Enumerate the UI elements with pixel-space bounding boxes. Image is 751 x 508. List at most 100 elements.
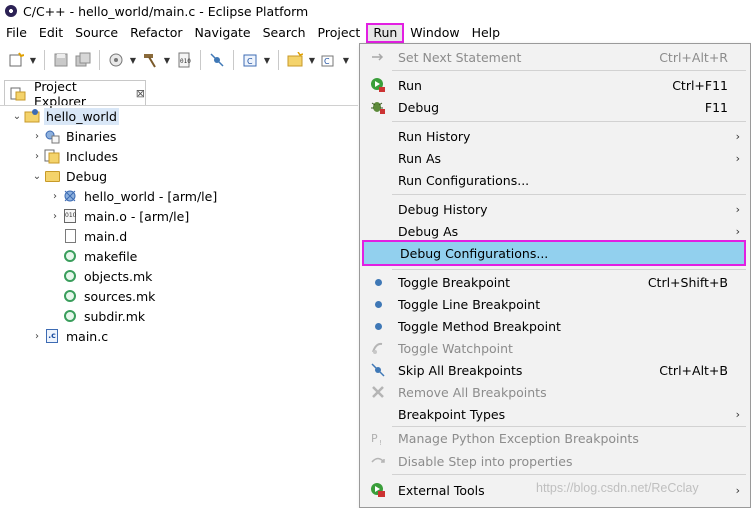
menu-item-toggle-watchpoint[interactable]: Toggle Watchpoint bbox=[360, 337, 750, 359]
new-class-icon[interactable]: C bbox=[319, 50, 339, 70]
menu-item-label: Set Next Statement bbox=[398, 49, 522, 65]
menu-item-label: Run Configurations... bbox=[398, 172, 530, 188]
tree-node-binaries[interactable]: › Binaries bbox=[30, 126, 118, 146]
hammer-dropdown-icon[interactable]: ▼ bbox=[162, 56, 172, 65]
tree-node-main-d[interactable]: main.d bbox=[62, 226, 129, 246]
tree-label: hello_world bbox=[44, 107, 119, 125]
menu-item-remove-all-breakpoints[interactable]: Remove All Breakpoints bbox=[360, 381, 750, 403]
menu-separator bbox=[392, 70, 746, 71]
tree-node-sources-mk[interactable]: sources.mk bbox=[62, 286, 157, 306]
menu-item-debug[interactable]: Debug F11 bbox=[360, 96, 750, 118]
menu-item-manage-python-exception-breakpoints[interactable]: P! Manage Python Exception Breakpoints bbox=[360, 427, 750, 449]
menu-edit[interactable]: Edit bbox=[33, 23, 69, 43]
menu-item-label: Run History bbox=[398, 128, 471, 144]
menu-item-debug-configurations[interactable]: Debug Configurations... bbox=[362, 240, 746, 266]
title-bar: C/C++ - hello_world/main.c - Eclipse Pla… bbox=[0, 0, 751, 22]
menu-item-toggle-method-breakpoint[interactable]: Toggle Method Breakpoint bbox=[360, 315, 750, 337]
menu-item-disable-step-into-properties[interactable]: Disable Step into properties bbox=[360, 450, 750, 472]
tree-node-includes[interactable]: › Includes bbox=[30, 146, 120, 166]
collapsed-chevron-icon[interactable]: › bbox=[48, 191, 62, 202]
menu-item-breakpoint-types[interactable]: Breakpoint Types › bbox=[360, 403, 750, 425]
new-folder-dropdown-icon[interactable]: ▼ bbox=[307, 56, 317, 65]
menu-project[interactable]: Project bbox=[312, 23, 367, 43]
menu-item-label: Breakpoint Types bbox=[398, 406, 506, 422]
tree-node-project[interactable]: ⌄ hello_world bbox=[10, 106, 119, 126]
tree-node-subdir-mk[interactable]: subdir.mk bbox=[62, 306, 147, 326]
collapsed-chevron-icon[interactable]: › bbox=[30, 151, 44, 162]
menu-item-run-as[interactable]: Run As › bbox=[360, 147, 750, 169]
c-project-icon bbox=[24, 108, 40, 124]
menu-run[interactable]: Run bbox=[366, 23, 405, 43]
close-icon[interactable]: ⊠ bbox=[136, 87, 145, 100]
toolbar-separator bbox=[278, 50, 279, 70]
menu-separator bbox=[392, 121, 746, 122]
menu-item-label: Toggle Breakpoint bbox=[398, 274, 511, 290]
svg-text:010: 010 bbox=[180, 58, 191, 65]
step-into-icon bbox=[370, 453, 386, 469]
build-config-icon[interactable] bbox=[106, 50, 126, 70]
menu-item-toggle-line-breakpoint[interactable]: Toggle Line Breakpoint bbox=[360, 293, 750, 315]
menu-item-shortcut: Ctrl+Alt+R bbox=[659, 49, 728, 65]
menu-item-skip-all-breakpoints[interactable]: Skip All Breakpoints Ctrl+Alt+B bbox=[360, 359, 750, 381]
submenu-chevron-icon: › bbox=[735, 407, 740, 421]
collapsed-chevron-icon[interactable]: › bbox=[48, 211, 62, 222]
collapsed-chevron-icon[interactable]: › bbox=[30, 131, 44, 142]
new-c-project-icon[interactable]: C bbox=[240, 50, 260, 70]
tree-node-main-o[interactable]: › 010 main.o - [arm/le] bbox=[48, 206, 191, 226]
makefile-icon bbox=[62, 288, 78, 304]
menu-search[interactable]: Search bbox=[257, 23, 312, 43]
menu-item-debug-as[interactable]: Debug As › bbox=[360, 220, 750, 242]
folder-open-icon bbox=[44, 168, 60, 184]
expanded-chevron-icon[interactable]: ⌄ bbox=[10, 111, 24, 122]
menu-item-run[interactable]: Run Ctrl+F11 bbox=[360, 74, 750, 96]
collapsed-chevron-icon[interactable]: › bbox=[30, 331, 44, 342]
menu-bar: File Edit Source Refactor Navigate Searc… bbox=[0, 22, 751, 44]
build-config-dropdown-icon[interactable]: ▼ bbox=[128, 56, 138, 65]
tree-node-debug[interactable]: ⌄ Debug bbox=[30, 166, 109, 186]
menu-navigate[interactable]: Navigate bbox=[189, 23, 257, 43]
menu-item-debug-history[interactable]: Debug History › bbox=[360, 198, 750, 220]
project-explorer-title: Project Explorer bbox=[34, 78, 87, 109]
new-c-project-dropdown-icon[interactable]: ▼ bbox=[262, 56, 272, 65]
menu-file[interactable]: File bbox=[0, 23, 33, 43]
project-explorer-tab[interactable]: Project Explorer ⊠ bbox=[4, 78, 146, 109]
save-icon[interactable] bbox=[51, 50, 71, 70]
new-icon[interactable] bbox=[6, 50, 26, 70]
tree-label: Includes bbox=[66, 148, 119, 164]
expanded-chevron-icon[interactable]: ⌄ bbox=[30, 171, 44, 182]
skip-breakpoints-icon bbox=[370, 362, 386, 378]
tree-node-objects-mk[interactable]: objects.mk bbox=[62, 266, 154, 286]
eclipse-logo-icon bbox=[5, 5, 17, 17]
menu-item-label: Disable Step into properties bbox=[398, 453, 573, 469]
new-class-dropdown-icon[interactable]: ▼ bbox=[341, 56, 351, 65]
menu-item-set-next-statement[interactable]: Set Next Statement Ctrl+Alt+R bbox=[360, 46, 750, 68]
menu-item-run-history[interactable]: Run History › bbox=[360, 125, 750, 147]
main-toolbar: ▼ ▼ ▼ 010 C ▼ ▼ C ▼ bbox=[0, 44, 360, 76]
new-folder-icon[interactable] bbox=[285, 50, 305, 70]
menu-item-label: Run bbox=[398, 77, 422, 93]
menu-refactor[interactable]: Refactor bbox=[124, 23, 188, 43]
hammer-icon[interactable] bbox=[140, 50, 160, 70]
svg-text:!: ! bbox=[379, 439, 382, 446]
binary-icon[interactable]: 010 bbox=[174, 50, 194, 70]
menu-help[interactable]: Help bbox=[466, 23, 507, 43]
new-dropdown-icon[interactable]: ▼ bbox=[28, 56, 38, 65]
menu-item-label: Debug bbox=[398, 99, 440, 115]
menu-separator bbox=[392, 194, 746, 195]
run-icon bbox=[370, 77, 386, 93]
arrow-right-icon bbox=[370, 49, 386, 65]
submenu-chevron-icon: › bbox=[735, 202, 740, 216]
tree-node-hello-binary[interactable]: › hello_world - [arm/le] bbox=[48, 186, 219, 206]
tree-node-main-c[interactable]: › .c main.c bbox=[30, 326, 110, 346]
tree-label: objects.mk bbox=[84, 268, 153, 284]
menu-source[interactable]: Source bbox=[69, 23, 124, 43]
executable-icon bbox=[62, 188, 78, 204]
save-all-icon[interactable] bbox=[73, 50, 93, 70]
skip-breakpoints-icon[interactable] bbox=[207, 50, 227, 70]
menu-window[interactable]: Window bbox=[404, 23, 465, 43]
menu-item-run-configurations[interactable]: Run Configurations... bbox=[360, 169, 750, 191]
breakpoint-icon bbox=[370, 318, 386, 334]
run-menu-dropdown: Set Next Statement Ctrl+Alt+R Run Ctrl+F… bbox=[359, 43, 751, 508]
menu-item-toggle-breakpoint[interactable]: Toggle Breakpoint Ctrl+Shift+B bbox=[360, 271, 750, 293]
tree-node-makefile[interactable]: makefile bbox=[62, 246, 139, 266]
